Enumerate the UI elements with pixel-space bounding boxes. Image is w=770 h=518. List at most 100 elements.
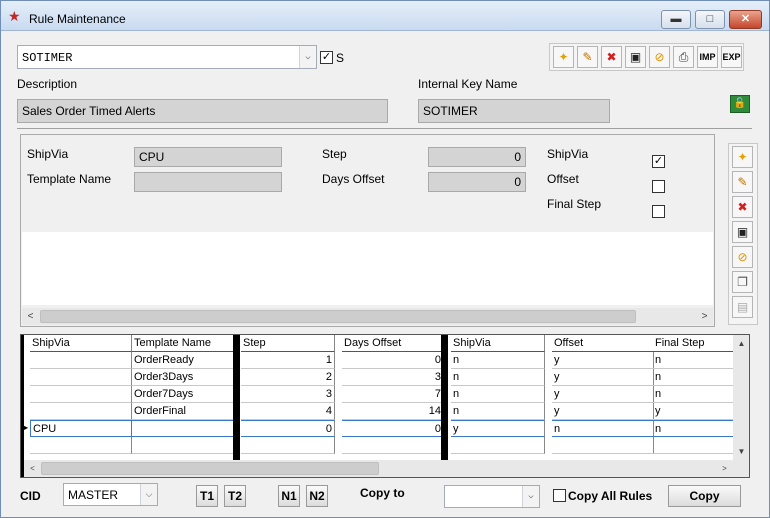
grid-cell[interactable]: [653, 437, 735, 454]
grid-cell[interactable]: 3: [342, 369, 444, 386]
grid-cell[interactable]: y: [552, 369, 654, 386]
delete-icon[interactable]: ✖: [601, 46, 622, 68]
grid-cell[interactable]: OrderFinal: [132, 403, 234, 420]
grid-cell[interactable]: [552, 437, 654, 454]
edit-icon[interactable]: ✎: [577, 46, 598, 68]
grid-cell[interactable]: n: [552, 420, 654, 437]
grid-vscrollbar[interactable]: ▲ ▼: [733, 335, 749, 460]
export-icon[interactable]: EXP: [721, 46, 742, 68]
rule-select[interactable]: SOTIMER ⌵: [17, 45, 317, 69]
grid-cell[interactable]: n: [653, 420, 735, 437]
new-icon[interactable]: ✦: [553, 46, 574, 68]
grid-cell[interactable]: n: [451, 369, 545, 386]
save-icon[interactable]: ▣: [732, 221, 753, 243]
copy-all-rules-checkbox[interactable]: [553, 489, 566, 502]
grid-cell[interactable]: n: [653, 352, 735, 369]
grid-cell[interactable]: 2: [241, 369, 335, 386]
detail-hscrollbar[interactable]: < >: [22, 308, 713, 325]
column-header[interactable]: ShipVia: [451, 335, 545, 352]
grid-cell[interactable]: [30, 369, 132, 386]
grid-cell[interactable]: 14: [342, 403, 444, 420]
close-button[interactable]: ✕: [729, 10, 762, 29]
column-header[interactable]: Step: [241, 335, 335, 352]
grid-cell[interactable]: [342, 437, 444, 454]
cid-select[interactable]: MASTER ⌵: [63, 483, 158, 506]
copy-icon[interactable]: ❐: [732, 271, 753, 293]
grid-cell[interactable]: [30, 352, 132, 369]
chevron-down-icon[interactable]: ⌵: [299, 46, 316, 68]
grid-cell[interactable]: y: [653, 403, 735, 420]
scroll-right-icon[interactable]: >: [716, 460, 733, 477]
unlock-icon[interactable]: 🔓: [730, 95, 750, 113]
grid-cell[interactable]: y: [552, 352, 654, 369]
grid-cell[interactable]: n: [451, 386, 545, 403]
grid-cell[interactable]: 0: [241, 420, 335, 437]
grid-cell[interactable]: n: [653, 386, 735, 403]
grid-cell[interactable]: [30, 403, 132, 420]
grid-cell[interactable]: 1: [241, 352, 335, 369]
grid-cell[interactable]: n: [653, 369, 735, 386]
t2-button[interactable]: T2: [224, 485, 246, 507]
new-icon[interactable]: ✦: [732, 146, 753, 168]
grid-cell[interactable]: 7: [342, 386, 444, 403]
grid-cell[interactable]: CPU: [30, 420, 132, 437]
column-header[interactable]: ShipVia: [30, 335, 132, 352]
offset-flag-checkbox[interactable]: [652, 180, 665, 193]
grid-hscrollbar[interactable]: < >: [24, 460, 749, 477]
save-icon[interactable]: ▣: [625, 46, 646, 68]
minimize-button[interactable]: ▬: [661, 10, 691, 29]
grid-cell[interactable]: Order7Days: [132, 386, 234, 403]
days-offset-field[interactable]: 0: [428, 172, 526, 192]
scroll-left-icon[interactable]: <: [22, 308, 39, 325]
scroll-up-icon[interactable]: ▲: [733, 335, 750, 352]
grid-cell[interactable]: [30, 386, 132, 403]
scroll-thumb[interactable]: [41, 462, 379, 475]
scroll-thumb[interactable]: [40, 310, 636, 323]
step-field[interactable]: 0: [428, 147, 526, 167]
n1-button[interactable]: N1: [278, 485, 300, 507]
column-header[interactable]: Days Offset: [342, 335, 444, 352]
grid-cell[interactable]: OrderReady: [132, 352, 234, 369]
scroll-left-icon[interactable]: <: [24, 460, 41, 477]
grid-cell[interactable]: n: [451, 352, 545, 369]
grid-cell[interactable]: [132, 420, 234, 437]
grid-cell[interactable]: 3: [241, 386, 335, 403]
chevron-down-icon[interactable]: ⌵: [140, 484, 157, 505]
final-step-checkbox[interactable]: [652, 205, 665, 218]
shipvia-flag-checkbox[interactable]: ✓: [652, 155, 665, 168]
cancel-icon[interactable]: ⊘: [732, 246, 753, 268]
grid-cell[interactable]: y: [451, 420, 545, 437]
grid-cell[interactable]: y: [552, 403, 654, 420]
n2-button[interactable]: N2: [306, 485, 328, 507]
print-icon[interactable]: ⎙: [673, 46, 694, 68]
shipvia-field[interactable]: CPU: [134, 147, 282, 167]
grid-cell[interactable]: n: [451, 403, 545, 420]
edit-icon[interactable]: ✎: [732, 171, 753, 193]
grid-cell[interactable]: 0: [342, 352, 444, 369]
grid-cell[interactable]: 0: [342, 420, 444, 437]
column-header[interactable]: Offset: [552, 335, 654, 352]
grid-cell[interactable]: [30, 437, 132, 454]
delete-icon[interactable]: ✖: [732, 196, 753, 218]
scroll-right-icon[interactable]: >: [696, 308, 713, 325]
scroll-down-icon[interactable]: ▼: [733, 443, 750, 460]
grid-cell[interactable]: Order3Days: [132, 369, 234, 386]
maximize-button[interactable]: □: [695, 10, 725, 29]
paste-icon[interactable]: ▤: [732, 296, 753, 318]
grid-cell[interactable]: 4: [241, 403, 335, 420]
column-header[interactable]: Template Name: [132, 335, 234, 352]
column-header[interactable]: Final Step: [653, 335, 735, 352]
grid-cell[interactable]: [132, 437, 234, 454]
grid-cell[interactable]: [451, 437, 545, 454]
t1-button[interactable]: T1: [196, 485, 218, 507]
chevron-down-icon[interactable]: ⌵: [522, 486, 539, 507]
copy-to-select[interactable]: ⌵: [444, 485, 540, 508]
cancel-icon[interactable]: ⊘: [649, 46, 670, 68]
s-checkbox[interactable]: ✓: [320, 51, 333, 64]
internal-key-field[interactable]: SOTIMER: [418, 99, 610, 123]
copy-button[interactable]: Copy: [668, 485, 741, 507]
grid-cell[interactable]: y: [552, 386, 654, 403]
description-field[interactable]: Sales Order Timed Alerts: [17, 99, 388, 123]
grid-cell[interactable]: [241, 437, 335, 454]
template-name-field[interactable]: [134, 172, 282, 192]
